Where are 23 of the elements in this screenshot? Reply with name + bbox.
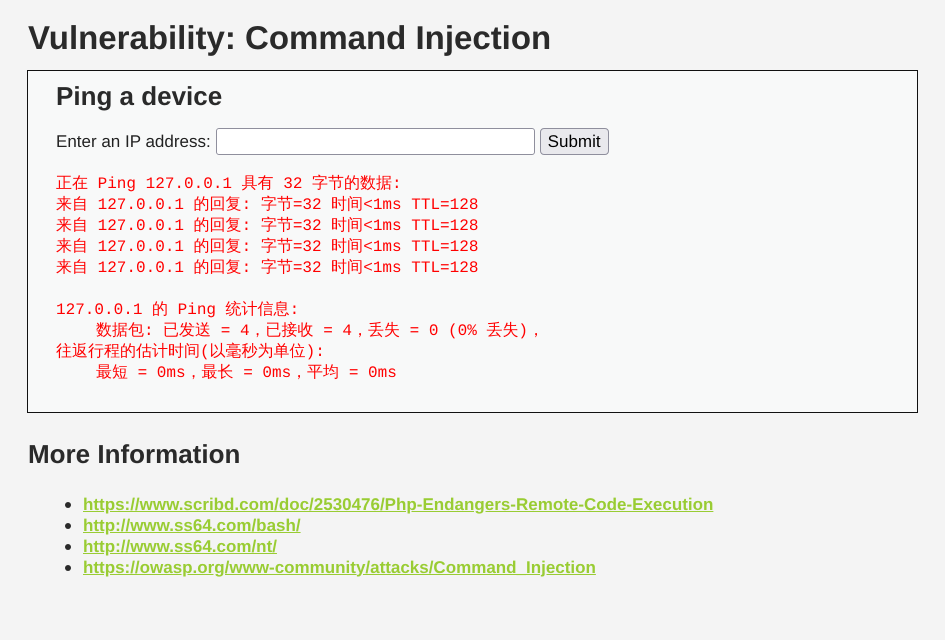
- section-title: More Information: [27, 438, 240, 471]
- ping-output-line: 来自 127.0.0.1 的回复: 字节=32 时间<1ms TTL=128: [56, 195, 478, 216]
- ping-output-line: 127.0.0.1 的 Ping 统计信息:: [56, 300, 300, 321]
- bullet-icon: [65, 502, 71, 508]
- reference-link[interactable]: https://owasp.org/www-community/attacks/Command_Injection: [83, 558, 596, 578]
- reference-link[interactable]: http://www.ss64.com/bash/: [83, 516, 301, 536]
- reference-link[interactable]: http://www.ss64.com/nt/: [83, 536, 277, 556]
- ping-output-line: 来自 127.0.0.1 的回复: 字节=32 时间<1ms TTL=128: [56, 216, 478, 237]
- ping-output-line: 正在 Ping 127.0.0.1 具有 32 字节的数据:: [56, 174, 402, 195]
- ping-output-line: 数据包: 已发送 = 4，已接收 = 4，丢失 = 0 (0% 丢失)，: [96, 321, 544, 342]
- bullet-icon: [65, 522, 71, 528]
- ping-output-line: 往返行程的估计时间(以毫秒为单位):: [56, 342, 325, 363]
- ip-label: Enter an IP address:: [56, 132, 211, 152]
- bullet-icon: [65, 544, 71, 550]
- bullet-icon: [65, 564, 71, 570]
- reference-link[interactable]: https://www.scribd.com/doc/2530476/Php-Endangers-Remote-Code-Execution: [83, 494, 714, 514]
- section-title: Ping a device: [56, 80, 222, 113]
- page-title: Vulnerability: Command Injection: [27, 18, 552, 58]
- ping-output-line: 最短 = 0ms，最长 = 0ms，平均 = 0ms: [96, 363, 397, 384]
- ping-output-line: 来自 127.0.0.1 的回复: 字节=32 时间<1ms TTL=128: [56, 258, 478, 279]
- ip-input-field[interactable]: [216, 128, 535, 155]
- submit-button[interactable]: Submit: [540, 128, 609, 155]
- ping-output-line: 来自 127.0.0.1 的回复: 字节=32 时间<1ms TTL=128: [56, 237, 478, 258]
